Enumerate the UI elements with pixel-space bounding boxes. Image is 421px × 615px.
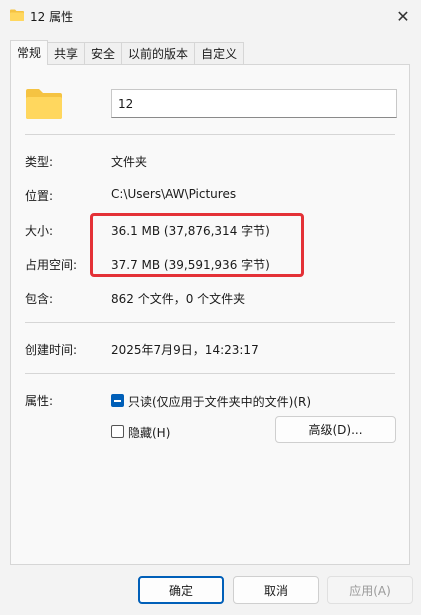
created-label: 创建时间: <box>25 343 78 357</box>
contains-value: 862 个文件，0 个文件夹 <box>111 292 246 306</box>
hidden-checkbox[interactable] <box>111 425 124 438</box>
apply-button[interactable]: 应用(A) <box>327 576 413 604</box>
ok-button[interactable]: 确定 <box>138 576 224 604</box>
separator <box>25 373 395 374</box>
size-label: 大小: <box>25 224 54 238</box>
separator <box>25 134 395 135</box>
cancel-button[interactable]: 取消 <box>233 576 319 604</box>
large-folder-icon <box>26 89 62 119</box>
type-label: 类型: <box>25 155 54 169</box>
tab-customize[interactable]: 自定义 <box>194 42 245 65</box>
hidden-label[interactable]: 隐藏(H) <box>128 424 170 441</box>
close-icon: ✕ <box>396 6 410 26</box>
close-button[interactable]: ✕ <box>385 0 421 32</box>
readonly-label[interactable]: 只读(仅应用于文件夹中的文件)(R) <box>128 393 311 410</box>
tab-general[interactable]: 常规 <box>10 40 49 65</box>
tab-previous-versions[interactable]: 以前的版本 <box>121 42 196 65</box>
general-panel: 类型: 文件夹 位置: C:\Users\AW\Pictures 大小: 36.… <box>10 64 410 565</box>
contains-label: 包含: <box>25 292 54 306</box>
created-value: 2025年7月9日，14:23:17 <box>111 343 259 357</box>
advanced-button[interactable]: 高级(D)... <box>275 416 396 443</box>
title-bar: 12 属性 ✕ <box>0 0 421 32</box>
location-label: 位置: <box>25 189 54 203</box>
window-title: 12 属性 <box>30 10 74 24</box>
tab-sharing[interactable]: 共享 <box>47 42 86 65</box>
attributes-label: 属性: <box>25 394 54 408</box>
location-value: C:\Users\AW\Pictures <box>111 187 237 201</box>
folder-icon <box>10 9 24 21</box>
highlight-box <box>90 213 304 277</box>
folder-name-input[interactable] <box>111 89 397 118</box>
size-on-disk-label: 占用空间: <box>25 258 78 272</box>
type-value: 文件夹 <box>111 155 148 169</box>
readonly-checkbox[interactable] <box>111 394 124 407</box>
tab-strip: 常规 共享 安全 以前的版本 自定义 <box>10 40 245 65</box>
tab-security[interactable]: 安全 <box>84 42 123 65</box>
separator <box>25 322 395 323</box>
